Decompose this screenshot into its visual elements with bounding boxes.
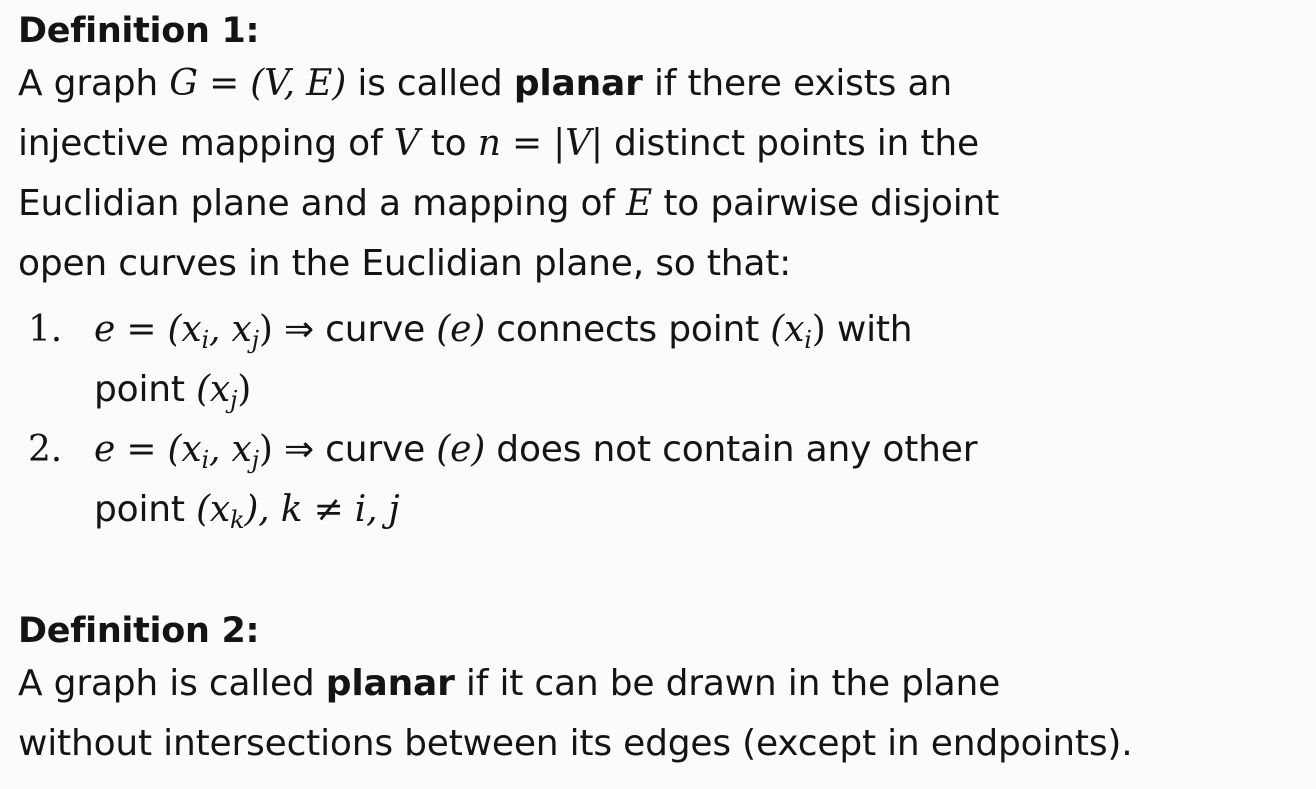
text-segment: curve xyxy=(325,429,437,470)
math-subscript: k xyxy=(230,506,245,534)
text-segment: curve xyxy=(325,309,437,350)
math-curve-e: (e) xyxy=(436,429,486,470)
text-segment: with xyxy=(825,309,913,350)
condition-item-2: 2. e = (xi, xj) ⇒ curve (e) does not con… xyxy=(18,420,1310,540)
implies-symbol: ⇒ xyxy=(272,309,326,350)
definition-1-line-2: injective mapping of V to n = |V| distin… xyxy=(18,114,1310,174)
definition-1-line-4: open curves in the Euclidian plane, so t… xyxy=(18,243,792,284)
condition-number: 2. xyxy=(28,429,62,470)
condition-1-line-1: e = (xi, xj) ⇒ curve (e) connects point … xyxy=(94,300,1310,360)
text-segment: to xyxy=(419,123,478,164)
definition-2-body: A graph is called planar if it can be dr… xyxy=(18,654,1310,774)
definition-1: Definition 1: A graph G = (V, E) is call… xyxy=(18,8,1310,540)
math-part: ) xyxy=(258,429,273,470)
definition-1-line-3: Euclidian plane and a mapping of E to pa… xyxy=(18,174,1310,234)
math-point-xj: (xj) xyxy=(196,369,252,412)
math-subscript: j xyxy=(251,326,259,354)
math-subscript: i xyxy=(804,326,812,354)
math-graph-tuple: G = (V, E) xyxy=(169,63,347,104)
math-part: , x xyxy=(209,309,252,350)
definition-1-line-1: A graph G = (V, E) is called planar if t… xyxy=(18,54,1310,114)
math-curve-e: (e) xyxy=(436,309,486,350)
math-edge-def: e = (xi, xj) xyxy=(94,309,273,352)
math-part: e = (x xyxy=(94,309,202,350)
text-segment: A graph xyxy=(18,63,170,104)
condition-2-line-2: point (xk), k ≠ i, j xyxy=(94,480,1310,540)
math-n-equals: n = |V| xyxy=(477,123,603,164)
condition-item-1: 1. e = (xi, xj) ⇒ curve (e) connects poi… xyxy=(18,300,1310,420)
math-part: (x xyxy=(770,309,805,350)
condition-number: 1. xyxy=(28,309,62,350)
text-segment: does not contain any other xyxy=(485,429,978,470)
text-segment: if it can be drawn in the plane xyxy=(454,663,1001,704)
condition-1-line-2: point (xj) xyxy=(94,360,1310,420)
definition-2-line-1: A graph is called planar if it can be dr… xyxy=(18,654,1310,714)
math-part: ), k ≠ i, j xyxy=(244,489,400,530)
keyword-planar: planar xyxy=(325,663,455,704)
math-point-xi: (xi) xyxy=(770,309,826,352)
math-vertex-set: V xyxy=(393,123,420,164)
math-part: (x xyxy=(196,369,231,410)
definition-1-body: A graph G = (V, E) is called planar if t… xyxy=(18,54,1310,294)
text-segment: distinct points in the xyxy=(602,123,979,164)
condition-list: 1. e = (xi, xj) ⇒ curve (e) connects poi… xyxy=(18,300,1310,540)
text-segment: if there exists an xyxy=(642,63,952,104)
text-segment: A graph is called xyxy=(18,663,326,704)
text-segment: point xyxy=(94,369,197,410)
math-subscript: i xyxy=(201,326,210,354)
text-segment: Euclidian plane and a mapping of xyxy=(18,183,627,224)
definition-2-heading: Definition 2: xyxy=(18,611,260,651)
text-segment: point xyxy=(94,489,197,530)
math-part: ) xyxy=(811,309,826,350)
math-subscript: i xyxy=(201,446,210,474)
keyword-planar: planar xyxy=(513,63,643,104)
text-segment: injective mapping of xyxy=(18,123,394,164)
implies-symbol: ⇒ xyxy=(272,429,326,470)
math-part: ) xyxy=(237,369,252,410)
definition-1-heading: Definition 1: xyxy=(18,11,260,51)
math-edge-set: E xyxy=(626,183,653,224)
text-segment: connects point xyxy=(485,309,771,350)
text-segment: to pairwise disjoint xyxy=(652,183,1000,224)
math-part: ) xyxy=(258,309,273,350)
text-segment: is called xyxy=(346,63,514,104)
math-point-xk: (xk), k ≠ i, j xyxy=(196,489,400,532)
definition-2-line-2: without intersections between its edges … xyxy=(18,723,1133,764)
math-subscript: j xyxy=(251,446,259,474)
condition-2-line-1: e = (xi, xj) ⇒ curve (e) does not contai… xyxy=(94,420,1310,480)
math-part: , x xyxy=(209,429,252,470)
math-part: (x xyxy=(196,489,231,530)
math-edge-def: e = (xi, xj) xyxy=(94,429,273,472)
slide-content: Definition 1: A graph G = (V, E) is call… xyxy=(18,8,1310,774)
definition-2: Definition 2: A graph is called planar i… xyxy=(18,608,1310,774)
math-part: e = (x xyxy=(94,429,202,470)
